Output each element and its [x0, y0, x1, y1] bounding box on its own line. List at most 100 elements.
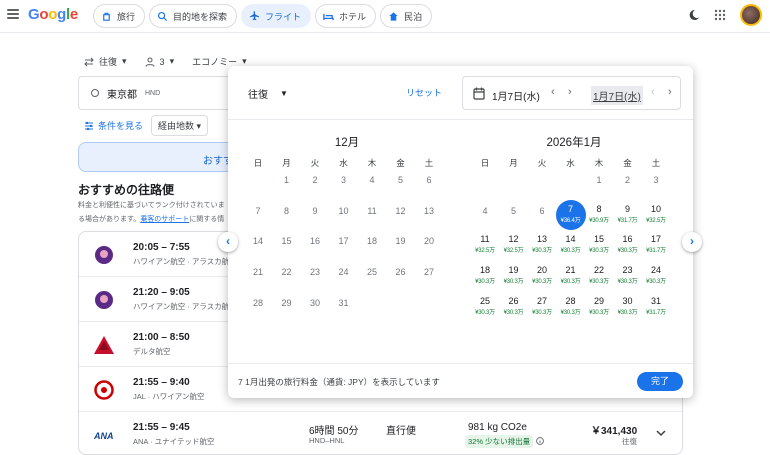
flight-row[interactable]: ANA 21:55 – 9:45 ANA · ユナイテッド航空 6時間 50分 … — [79, 412, 682, 454]
calendar-next-button[interactable]: › — [682, 232, 702, 252]
calendar-day[interactable]: 23 ¥30.3万 — [613, 261, 643, 291]
menu-icon[interactable] — [7, 9, 19, 19]
calendar-day[interactable]: 30 ¥30.3万 — [613, 292, 643, 322]
day-number: 10 — [338, 205, 349, 216]
calendar-day[interactable]: 24 ¥30.3万 — [641, 261, 671, 291]
chip-rentals[interactable]: 民泊 — [380, 4, 433, 28]
depart-prev-icon[interactable]: ‹ — [551, 86, 555, 98]
calendar-day[interactable]: 30 — [300, 292, 330, 322]
calendar-day[interactable]: 22 — [272, 261, 302, 291]
calendar-day[interactable]: 5 — [386, 169, 416, 199]
google-logo[interactable]: Google — [28, 6, 78, 23]
apps-grid-icon[interactable] — [714, 9, 726, 21]
calendar-day[interactable]: 11 — [357, 200, 387, 230]
calendar-day[interactable]: 16 ¥30.3万 — [613, 230, 643, 260]
dark-mode-icon[interactable] — [688, 9, 700, 21]
calendar-day[interactable]: 28 ¥30.3万 — [556, 292, 586, 322]
calendar-day[interactable]: 10 — [329, 200, 359, 230]
calendar-day[interactable]: 7 — [243, 200, 273, 230]
calendar-day[interactable]: 2 — [613, 169, 643, 199]
search-button[interactable]: おすす — [78, 142, 238, 172]
calendar-day[interactable]: 10 ¥32.5万 — [641, 200, 671, 230]
picker-trip-type-select[interactable]: 往復 ▼ — [248, 86, 288, 101]
passenger-support-link[interactable]: 乗客のサポート — [140, 216, 189, 223]
emissions-badge: 32% 少ない排出量 — [465, 435, 534, 448]
return-next-icon[interactable]: › — [668, 86, 672, 98]
calendar-day[interactable]: 13 — [414, 200, 444, 230]
calendar-day[interactable]: 14 ¥30.3万 — [556, 230, 586, 260]
calendar-day[interactable]: 27 — [414, 261, 444, 291]
chip-flights[interactable]: フライト — [241, 4, 312, 28]
calendar-day[interactable]: 29 ¥30.3万 — [584, 292, 614, 322]
day-number: 7 — [255, 205, 261, 216]
calendar-day[interactable]: 1 — [584, 169, 614, 199]
calendar-day[interactable]: 23 — [300, 261, 330, 291]
day-number: 8 — [596, 203, 602, 214]
calendar-day[interactable]: 8 — [272, 200, 302, 230]
all-filters-link[interactable]: 条件を見る — [84, 119, 143, 132]
calendar-day[interactable]: 1 — [272, 169, 302, 199]
calendar-day[interactable]: 3 — [329, 169, 359, 199]
calendar-day[interactable]: 4 — [470, 200, 500, 230]
calendar-day[interactable]: 17 — [329, 230, 359, 260]
calendar-day[interactable]: 19 — [386, 230, 416, 260]
origin-city: 東京都 — [107, 89, 137, 101]
calendar-day[interactable]: 12 ¥32.5万 — [499, 230, 529, 260]
calendar-day[interactable]: 21 — [243, 261, 273, 291]
calendar-day[interactable]: 6 — [414, 169, 444, 199]
calendar-day[interactable]: 25 — [357, 261, 387, 291]
calendar-day[interactable]: 29 — [272, 292, 302, 322]
calendar-day[interactable]: 28 — [243, 292, 273, 322]
chip-hotels[interactable]: ホテル — [315, 4, 377, 28]
calendar-day[interactable]: 26 ¥30.3万 — [499, 292, 529, 322]
calendar-day[interactable]: 19 ¥30.3万 — [499, 261, 529, 291]
calendar-day[interactable]: 2 — [300, 169, 330, 199]
depart-next-icon[interactable]: › — [568, 86, 572, 98]
done-button[interactable]: 完了 — [637, 372, 683, 391]
chevron-right-icon: › — [690, 234, 694, 248]
stops-filter-button[interactable]: 経由地数 ▾ — [151, 115, 209, 136]
return-date-input[interactable]: 1月7日(水) — [591, 86, 643, 105]
calendar-day[interactable]: 24 — [329, 261, 359, 291]
calendar-day[interactable]: 15 ¥30.3万 — [584, 230, 614, 260]
day-number: 29 — [281, 297, 292, 308]
calendar-day[interactable]: 8 ¥30.9万 — [584, 200, 614, 230]
calendar-day[interactable]: 18 ¥30.3万 — [470, 261, 500, 291]
reset-button[interactable]: リセット — [406, 86, 442, 99]
passengers-select[interactable]: 3 ▾ — [144, 55, 174, 68]
calendar-day[interactable]: 3 — [641, 169, 671, 199]
calendar-day[interactable]: 6 — [527, 200, 557, 230]
return-prev-icon[interactable]: ‹ — [651, 86, 655, 98]
calendar-day[interactable]: 31 — [329, 292, 359, 322]
chip-explore[interactable]: 目的地を探索 — [149, 4, 238, 28]
account-avatar[interactable] — [740, 4, 762, 26]
calendar-day[interactable]: 5 — [499, 200, 529, 230]
chevron-down-icon[interactable] — [655, 427, 667, 439]
calendar-day[interactable]: 13 ¥30.3万 — [527, 230, 557, 260]
calendar-day[interactable]: 31 ¥31.7万 — [641, 292, 671, 322]
calendar-day[interactable]: 21 ¥30.3万 — [556, 261, 586, 291]
calendar-day[interactable]: 27 ¥30.3万 — [527, 292, 557, 322]
calendar-day[interactable]: 18 — [357, 230, 387, 260]
origin-input[interactable]: 東京都 HND — [78, 76, 238, 110]
trip-type-select[interactable]: 往復 ▾ — [84, 55, 127, 68]
calendar-day[interactable]: 12 — [386, 200, 416, 230]
calendar-day[interactable]: 20 ¥30.3万 — [527, 261, 557, 291]
calendar-prev-button[interactable]: ‹ — [218, 232, 238, 252]
calendar-day[interactable]: 20 — [414, 230, 444, 260]
calendar-day[interactable]: 14 — [243, 230, 273, 260]
departure-date-input[interactable]: 1月7日(水) — [492, 88, 540, 103]
calendar-day[interactable]: 25 ¥30.3万 — [470, 292, 500, 322]
chip-travel[interactable]: 旅行 — [93, 4, 146, 28]
calendar-day[interactable]: 4 — [357, 169, 387, 199]
calendar-day[interactable]: 26 — [386, 261, 416, 291]
calendar-day[interactable]: 11 ¥32.5万 — [470, 230, 500, 260]
calendar-day[interactable]: 16 — [300, 230, 330, 260]
calendar-day[interactable]: 9 — [300, 200, 330, 230]
calendar-day-selected[interactable]: 7 ¥36.4万 — [555, 199, 586, 230]
calendar-day[interactable]: 15 — [272, 230, 302, 260]
calendar-day[interactable]: 9 ¥31.7万 — [613, 200, 643, 230]
info-icon[interactable] — [536, 437, 544, 445]
calendar-day[interactable]: 22 ¥30.3万 — [584, 261, 614, 291]
calendar-day[interactable]: 17 ¥31.7万 — [641, 230, 671, 260]
